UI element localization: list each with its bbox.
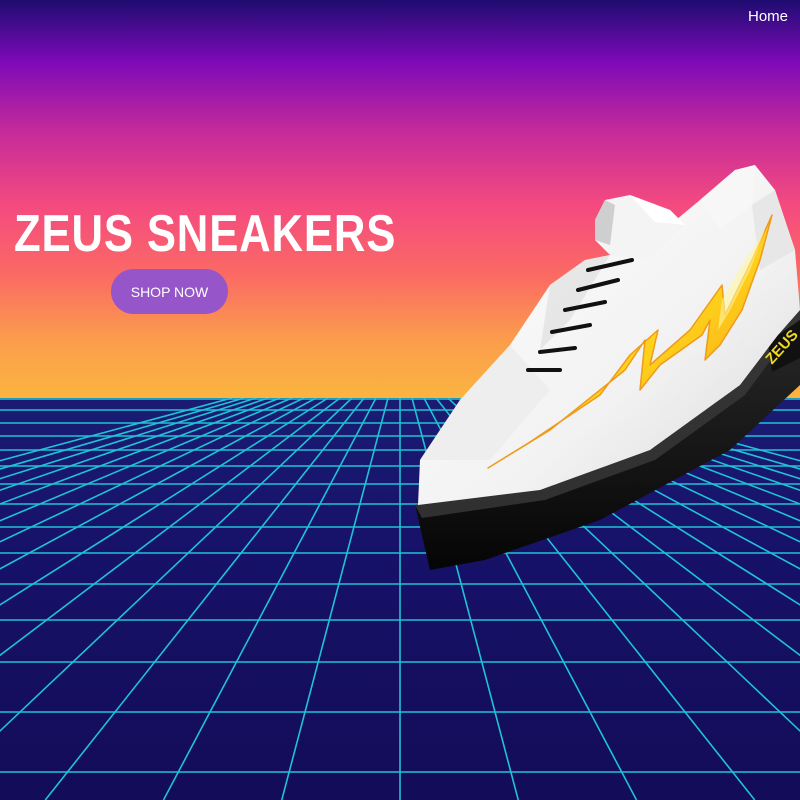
hero-title: ZEUS SNEAKERS <box>14 205 397 263</box>
hero-scene: Home ZEUS SNEAKERS SHOP NOW ZEUS <box>0 0 800 800</box>
shop-now-button[interactable]: SHOP NOW <box>111 269 228 314</box>
sneaker-3d-model[interactable]: ZEUS <box>400 160 800 580</box>
nav-home-link[interactable]: Home <box>748 8 788 25</box>
